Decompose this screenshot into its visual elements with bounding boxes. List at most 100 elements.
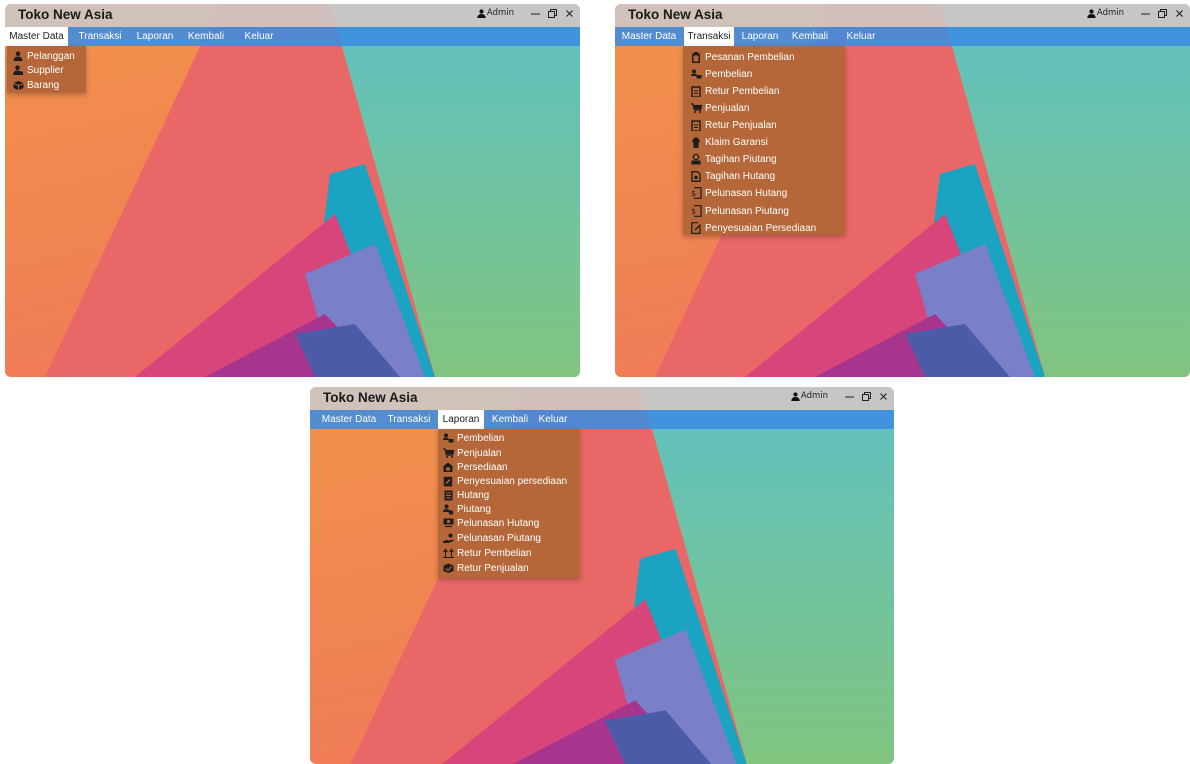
menu-item-pembelian[interactable]: Pembelian — [683, 66, 845, 82]
menu-laporan[interactable]: Laporan — [133, 27, 177, 46]
user-icon — [477, 8, 486, 18]
menu-item-penjualan[interactable]: Penjualan — [683, 100, 845, 116]
menu-item-tagihan-hutang[interactable]: Tagihan Hutang — [683, 168, 845, 184]
return-box-icon — [442, 562, 454, 574]
app-title: Toko New Asia — [18, 7, 113, 22]
app-title: Toko New Asia — [323, 390, 418, 405]
menu-item-pelunasan-hutang[interactable]: Pelunasan Hutang — [438, 515, 580, 531]
svg-text:$: $ — [691, 189, 696, 198]
menu-item-label: Pelunasan Piutang — [457, 532, 541, 544]
menu-master-data[interactable]: Master Data — [619, 27, 679, 46]
menu-item-label: Penyesuaian persediaan — [457, 475, 568, 487]
menu-item-retur-penjualan[interactable]: Retur Penjualan — [683, 117, 845, 133]
payment-doc-icon: $ — [690, 205, 702, 217]
menu-bar: Master Data Transaksi Laporan Kembali Ke… — [615, 27, 1190, 46]
menu-keluar[interactable]: Keluar — [240, 27, 278, 46]
supplier-icon — [12, 64, 24, 76]
return-doc-icon — [690, 85, 702, 97]
cart-icon — [442, 447, 454, 459]
return-doc-icon — [690, 119, 702, 131]
restore-icon — [1158, 8, 1167, 18]
admin-user[interactable]: Admin — [791, 391, 828, 401]
user-money-icon — [442, 503, 454, 515]
close-button[interactable] — [1175, 7, 1184, 19]
menu-item-retur-pembelian[interactable]: Retur Pembelian — [683, 83, 845, 99]
transaksi-dropdown: Pesanan Pembelian Pembelian Retur Pembel… — [683, 46, 845, 235]
menu-item-label: Penjualan — [705, 102, 750, 114]
cart-user-icon — [690, 68, 702, 80]
menu-bar: Master Data Transaksi Laporan Kembali Ke… — [310, 410, 894, 429]
menu-item-pembelian[interactable]: Pembelian — [438, 430, 580, 446]
restore-button[interactable] — [862, 390, 871, 402]
menu-item-label: Pelunasan Hutang — [705, 187, 788, 199]
menu-item-tagihan-piutang[interactable]: Tagihan Piutang — [683, 151, 845, 167]
menu-keluar[interactable]: Keluar — [843, 27, 879, 46]
menu-item-retur-penjualan[interactable]: Retur Penjualan — [438, 560, 580, 576]
minimize-icon — [531, 12, 540, 15]
restore-icon — [862, 391, 871, 401]
menu-item-supplier[interactable]: Supplier — [7, 62, 86, 78]
invoice-icon — [690, 170, 702, 182]
menu-item-label: Hutang — [457, 489, 490, 501]
master-data-dropdown: Pelanggan Supplier Barang — [7, 46, 86, 93]
menu-transaksi[interactable]: Transaksi — [684, 27, 734, 46]
title-bar: Toko New Asia Admin — [615, 4, 1190, 27]
app-title: Toko New Asia — [628, 7, 723, 22]
user-label: Admin — [486, 8, 514, 18]
close-button[interactable] — [879, 390, 888, 402]
menu-item-label: Klaim Garansi — [705, 136, 768, 148]
screen-master-data: Toko New Asia Admin Master Data Transaks… — [5, 4, 580, 377]
menu-item-penyesuaian-persediaan[interactable]: Penyesuaian Persediaan — [683, 220, 845, 236]
menu-item-label: Pembelian — [705, 68, 753, 80]
clipboard-icon — [690, 51, 702, 63]
menu-item-label: Supplier — [27, 64, 64, 76]
menu-laporan[interactable]: Laporan — [739, 27, 781, 46]
menu-item-label: Pelanggan — [27, 50, 75, 62]
wallpaper — [310, 387, 894, 764]
menu-keluar[interactable]: Keluar — [535, 410, 571, 429]
menu-item-label: Pembelian — [457, 432, 505, 444]
warranty-icon — [690, 136, 702, 148]
menu-item-label: Piutang — [457, 503, 491, 515]
menu-kembali[interactable]: Kembali — [489, 410, 531, 429]
menu-item-label: Pelunasan Piutang — [705, 205, 789, 217]
screen-transaksi: Toko New Asia Admin Master Data Transaks… — [615, 4, 1190, 377]
minimize-button[interactable] — [845, 390, 854, 402]
restore-button[interactable] — [548, 7, 557, 19]
menu-master-data[interactable]: Master Data — [5, 27, 68, 46]
admin-user[interactable]: Admin — [1087, 8, 1124, 18]
restore-button[interactable] — [1158, 7, 1167, 19]
menu-item-label: Retur Pembelian — [705, 85, 780, 97]
menu-item-retur-pembelian[interactable]: Retur Pembelian — [438, 545, 580, 561]
payment-doc-icon: $ — [690, 187, 702, 199]
close-button[interactable] — [565, 7, 574, 19]
minimize-button[interactable] — [531, 7, 540, 19]
menu-transaksi[interactable]: Transaksi — [384, 410, 434, 429]
menu-item-barang[interactable]: Barang — [7, 77, 86, 93]
menu-kembali[interactable]: Kembali — [185, 27, 227, 46]
close-icon — [566, 9, 573, 17]
menu-master-data[interactable]: Master Data — [319, 410, 379, 429]
menu-item-klaim-garansi[interactable]: Klaim Garansi — [683, 134, 845, 150]
svg-text:$: $ — [691, 207, 696, 216]
menu-laporan[interactable]: Laporan — [438, 410, 484, 429]
money-icon — [442, 517, 454, 529]
user-label: Admin — [800, 391, 828, 401]
minimize-button[interactable] — [1141, 7, 1150, 19]
user-icon — [791, 391, 800, 401]
wallpaper — [5, 4, 580, 377]
cart-icon — [690, 102, 702, 114]
menu-transaksi[interactable]: Transaksi — [75, 27, 125, 46]
menu-item-pelunasan-piutang[interactable]: $ Pelunasan Piutang — [683, 203, 845, 219]
admin-user[interactable]: Admin — [477, 8, 514, 18]
inventory-icon — [442, 461, 454, 473]
edit-doc-icon — [690, 222, 702, 234]
menu-item-pesanan-pembelian[interactable]: Pesanan Pembelian — [683, 49, 845, 65]
menu-item-label: Pesanan Pembelian — [705, 51, 795, 63]
menu-item-pelunasan-hutang[interactable]: $ Pelunasan Hutang — [683, 185, 845, 201]
menu-item-pelunasan-piutang[interactable]: Pelunasan Piutang — [438, 530, 580, 546]
user-label: Admin — [1096, 8, 1124, 18]
cart-user-icon — [442, 432, 454, 444]
laporan-dropdown: Pembelian Penjualan Persediaan Penyesuai… — [438, 429, 580, 578]
menu-kembali[interactable]: Kembali — [789, 27, 831, 46]
